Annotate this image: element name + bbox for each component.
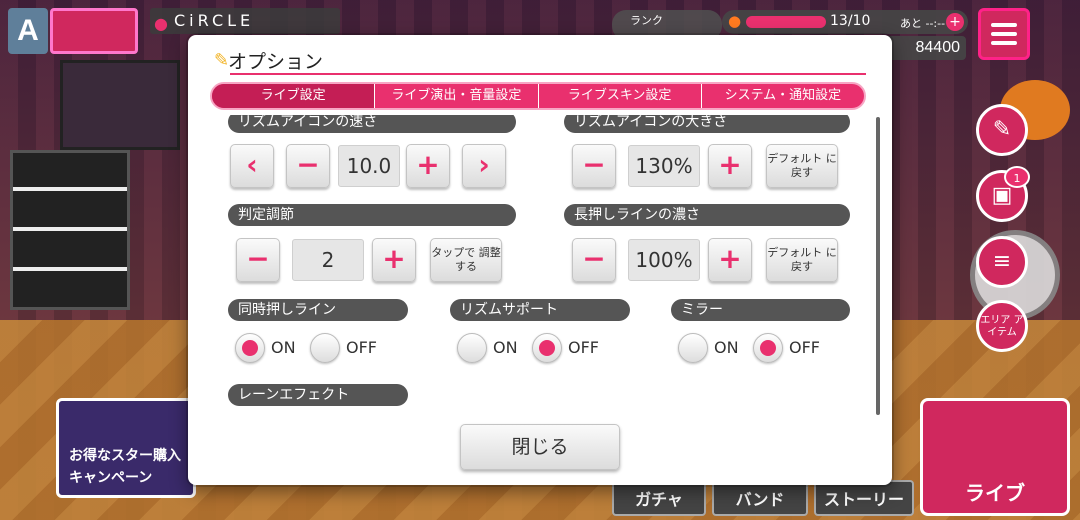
judge-adjust-value: 2 <box>292 239 364 281</box>
note-size-value: 130% <box>628 145 700 187</box>
pen-icon: ✎ <box>992 117 1012 142</box>
area-a-button[interactable]: A <box>8 8 48 54</box>
note-speed-left-arrow-button[interactable]: ‹ <box>230 144 274 188</box>
map-button[interactable] <box>50 8 138 54</box>
close-button[interactable]: 閉じる <box>460 424 620 470</box>
judge-adjust-minus-button[interactable]: − <box>236 238 280 282</box>
pencil-icon: ✎ <box>214 50 230 71</box>
mirror-on-radio[interactable] <box>678 333 708 363</box>
tab-system-notifications[interactable]: システム・通知設定 <box>700 84 864 108</box>
background-rack <box>60 60 180 150</box>
band-button[interactable]: バンド <box>712 480 808 516</box>
list-button[interactable]: ≡ <box>976 236 1028 288</box>
flame-icon: ● <box>728 12 742 30</box>
simul-line-off-label: OFF <box>346 338 377 357</box>
campaign-banner[interactable]: お得なスター購入 キャンペーン <box>56 398 196 498</box>
modal-title: オプション <box>228 51 324 73</box>
note-size-minus-button[interactable]: − <box>572 144 616 188</box>
long-line-label: 長押しラインの濃さ <box>564 204 850 226</box>
scrollbar[interactable] <box>876 117 880 415</box>
gacha-button[interactable]: ガチャ <box>612 480 706 516</box>
long-line-plus-button[interactable]: + <box>708 238 752 282</box>
stamina-value: 13/10 <box>830 13 871 29</box>
menu-bar-icon <box>991 41 1017 45</box>
judge-adjust-tap-button[interactable]: タップで 調整する <box>430 238 502 282</box>
pen-button[interactable]: ✎ <box>976 104 1028 156</box>
stamina-time: あと --:-- <box>900 17 946 30</box>
location-tag: ● CiRCLE <box>150 8 340 34</box>
rhythm-support-label: リズムサポート <box>450 299 630 321</box>
tab-live-skin[interactable]: ライブスキン設定 <box>537 84 701 108</box>
simul-line-off-radio[interactable] <box>310 333 340 363</box>
note-size-plus-button[interactable]: + <box>708 144 752 188</box>
map-pin-icon: ● <box>154 14 168 33</box>
tab-live-settings[interactable]: ライブ設定 <box>212 84 375 108</box>
background-shelf <box>10 150 130 310</box>
long-line-value: 100% <box>628 239 700 281</box>
note-size-label: リズムアイコンの大きさ <box>564 115 850 133</box>
note-size-default-button[interactable]: デフォルト に戻す <box>766 144 838 188</box>
stamina-plus-button[interactable]: + <box>946 13 964 31</box>
menu-bar-icon <box>991 23 1017 27</box>
gift-badge: 1 <box>1004 166 1030 188</box>
note-speed-label: リズムアイコンの速さ <box>228 115 516 133</box>
simul-line-on-label: ON <box>271 338 296 357</box>
options-modal: ✎ オプション ライブ設定 ライブ演出・音量設定 ライブスキン設定 システム・通… <box>188 35 892 485</box>
simul-line-label: 同時押しライン <box>228 299 408 321</box>
judge-adjust-label: 判定調節 <box>228 204 516 226</box>
note-speed-plus-button[interactable]: + <box>406 144 450 188</box>
settings-content: リズムアイコンの速さ ‹ − 10.0 + › リズムアイコンの大きさ − 13… <box>228 115 873 415</box>
mirror-on-label: ON <box>714 338 739 357</box>
location-name: CiRCLE <box>174 11 255 30</box>
long-line-minus-button[interactable]: − <box>572 238 616 282</box>
live-button[interactable]: ライブ <box>920 398 1070 516</box>
menu-button[interactable] <box>978 8 1030 60</box>
mirror-label: ミラー <box>671 299 850 321</box>
rhythm-support-on-radio[interactable] <box>457 333 487 363</box>
gift-icon: ▣ <box>991 183 1013 208</box>
lane-effect-label: レーンエフェクト <box>228 384 408 406</box>
mirror-off-radio[interactable] <box>753 333 783 363</box>
story-button[interactable]: ストーリー <box>814 480 914 516</box>
note-speed-minus-button[interactable]: − <box>286 144 330 188</box>
list-icon: ≡ <box>992 249 1012 274</box>
simul-line-on-radio[interactable] <box>235 333 265 363</box>
mirror-off-label: OFF <box>789 338 820 357</box>
menu-bar-icon <box>991 32 1017 36</box>
stamina-fill <box>746 16 826 28</box>
note-speed-right-arrow-button[interactable]: › <box>462 144 506 188</box>
rhythm-support-off-label: OFF <box>568 338 599 357</box>
tab-bar: ライブ設定 ライブ演出・音量設定 ライブスキン設定 システム・通知設定 <box>210 82 866 110</box>
note-speed-value: 10.0 <box>338 145 400 187</box>
area-item-button[interactable]: エリア アイテム <box>976 300 1028 352</box>
tab-effects-volume[interactable]: ライブ演出・音量設定 <box>374 84 537 108</box>
title-underline <box>230 73 866 75</box>
rank-label: ランク <box>630 14 663 27</box>
judge-adjust-plus-button[interactable]: + <box>372 238 416 282</box>
long-line-default-button[interactable]: デフォルト に戻す <box>766 238 838 282</box>
rhythm-support-on-label: ON <box>493 338 518 357</box>
rhythm-support-off-radio[interactable] <box>532 333 562 363</box>
stamina-bar: ● 13/10 あと --:-- + <box>722 10 968 34</box>
